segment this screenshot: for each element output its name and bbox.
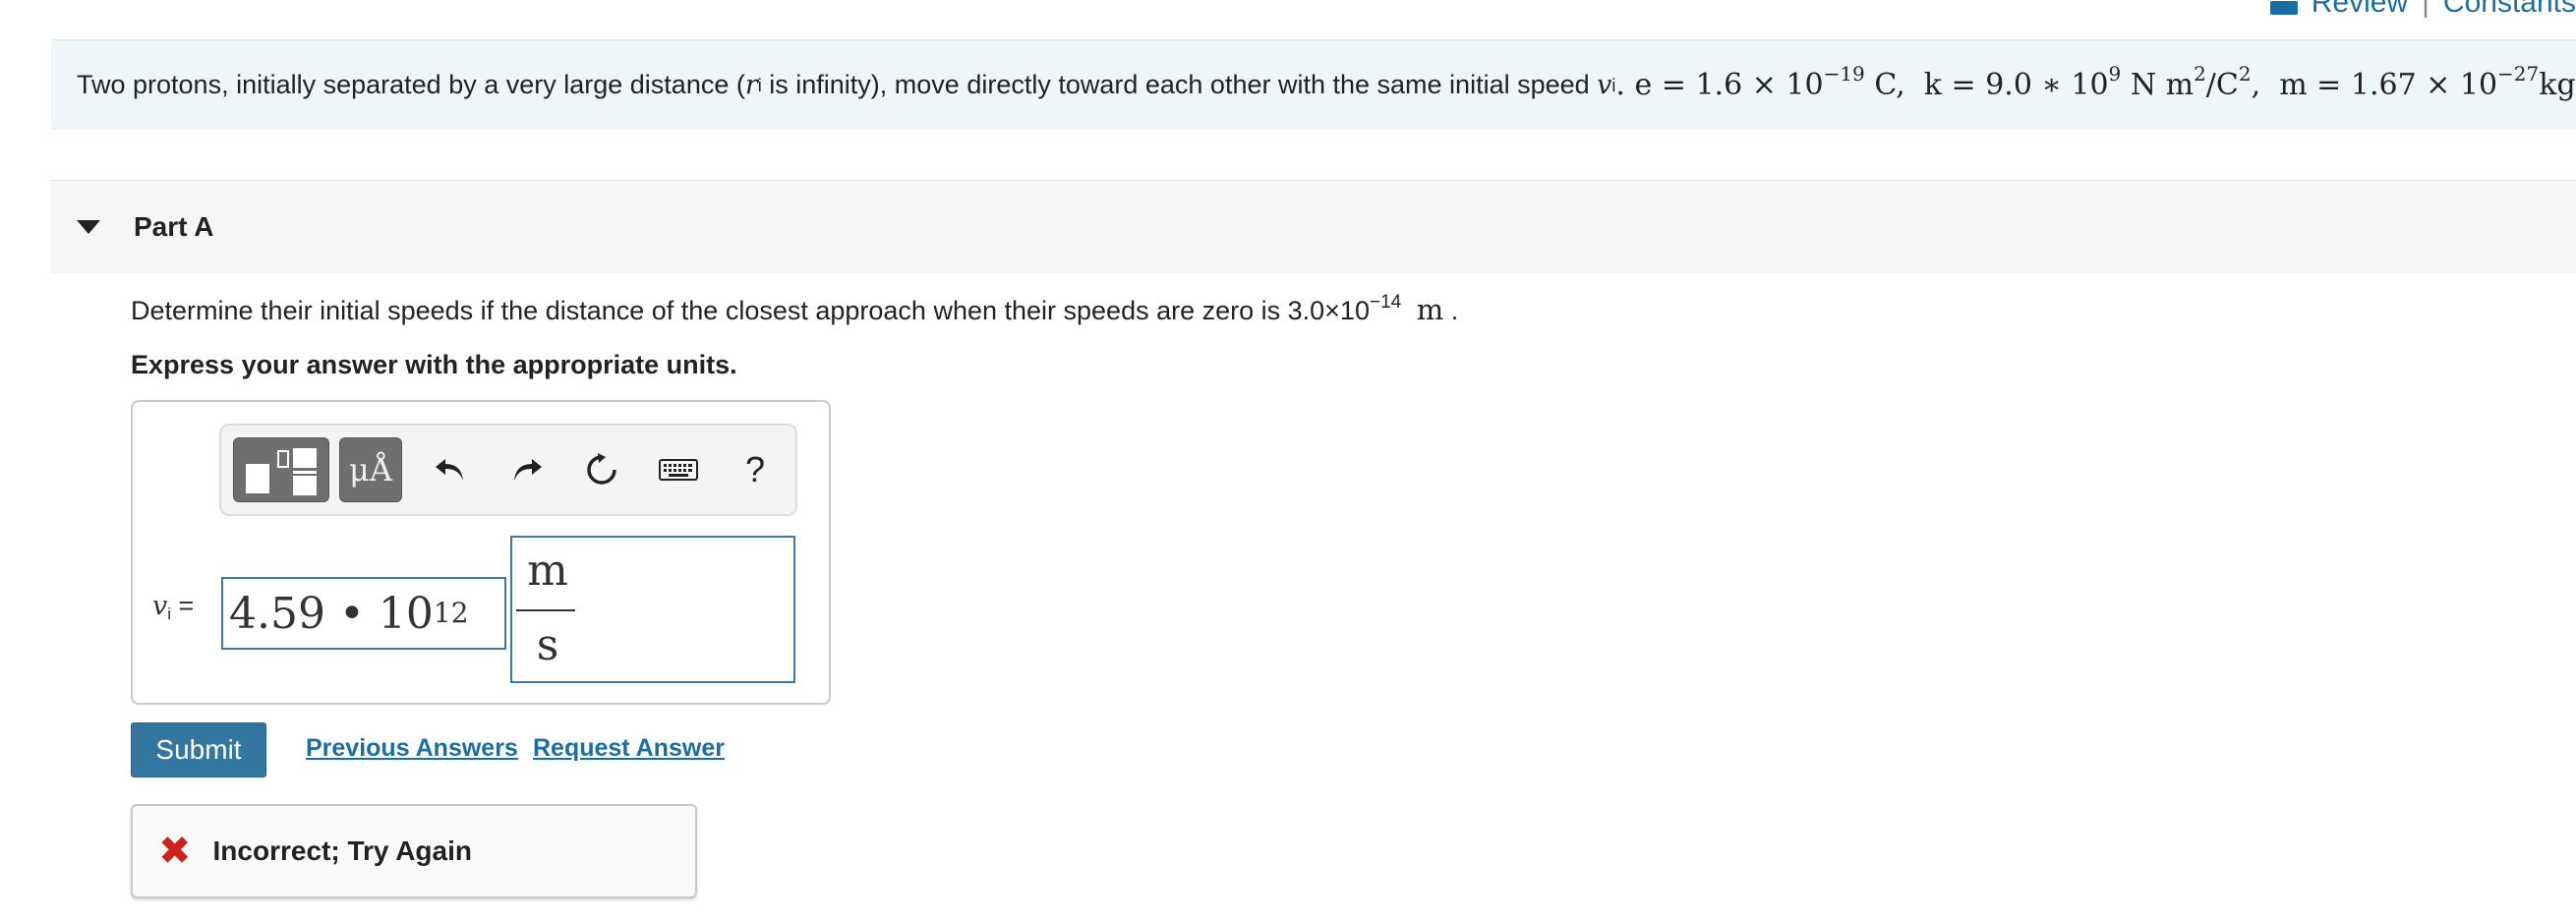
unit-denominator: s (536, 620, 559, 670)
k-value: C, k = 9.0 ∗ 10 (1864, 68, 2109, 102)
k-units-2: /C (2205, 68, 2239, 102)
template-small-box-icon (277, 450, 289, 468)
question-text: Determine their initial speeds if the di… (131, 293, 1458, 326)
help-button[interactable]: ? (731, 445, 780, 494)
charge-exponent: −19 (1823, 62, 1865, 86)
unit-fraction-line (516, 609, 575, 611)
link-separator: | (2422, 0, 2430, 19)
unit-input[interactable]: m s (510, 536, 795, 683)
feedback-text: Incorrect; Try Again (212, 835, 472, 866)
feedback-box: ✖ Incorrect; Try Again (131, 804, 697, 898)
constants-link[interactable]: Constants (2443, 0, 2576, 20)
reset-icon[interactable] (577, 445, 626, 494)
incorrect-icon: ✖ (158, 829, 192, 874)
problem-statement: Two protons, initially separated by a ve… (51, 39, 2576, 130)
value-input[interactable]: 4.59 • 10 12 (221, 577, 506, 650)
redo-icon[interactable] (502, 445, 552, 494)
template-frac-line-icon (293, 471, 317, 474)
k-units-exponent: 2 (2194, 62, 2206, 86)
equals-sign: = (171, 591, 195, 620)
math-toolbar: μÅ ? (219, 424, 797, 516)
caret-down-icon[interactable] (77, 220, 100, 234)
v-variable: v (1597, 70, 1612, 100)
answer-box: μÅ ? vi = 4.59 • 10 12 m s (131, 400, 831, 705)
part-a-header[interactable]: Part A (51, 180, 2576, 273)
r-variable: r (744, 70, 758, 100)
k-exponent: 9 (2108, 62, 2122, 86)
mass-value: , m = 1.67 × 10 (2251, 68, 2498, 102)
unit-numerator: m (527, 546, 568, 596)
k-units: N m (2121, 68, 2195, 102)
top-links: Review | Constants (2269, 0, 2576, 20)
question-end: . (1450, 296, 1459, 325)
mass-units: kg. (2539, 68, 2576, 102)
book-icon[interactable] (2269, 1, 2298, 15)
templates-button[interactable] (233, 437, 329, 502)
mass-exponent: −27 (2497, 62, 2540, 86)
answer-variable: v (152, 591, 168, 621)
page: Review | Constants Two protons, initiall… (0, 0, 2576, 920)
statement-text-mid: is infinity), move directly toward each … (761, 70, 1598, 99)
request-answer-link[interactable]: Request Answer (533, 734, 725, 763)
keyboard-icon[interactable] (654, 445, 703, 494)
question-body: Determine their initial speeds if the di… (131, 296, 1370, 325)
template-frac-bottom-icon (293, 476, 317, 495)
submit-button[interactable]: Submit (131, 722, 266, 777)
review-link[interactable]: Review (2312, 0, 2408, 20)
question-unit: m (1416, 293, 1444, 326)
template-frac-top-icon (293, 448, 317, 468)
previous-answers-link[interactable]: Previous Answers (306, 734, 518, 763)
charge-value: . e = 1.6 × 10 (1615, 68, 1824, 102)
instruction: Express your answer with the appropriate… (131, 350, 737, 379)
value-mantissa: 4.59 • 10 (229, 588, 434, 639)
statement-text-before: Two protons, initially separated by a ve… (77, 70, 745, 99)
question-exponent: −14 (1369, 292, 1402, 313)
part-title: Part A (134, 211, 214, 242)
template-square-icon (246, 464, 269, 493)
answer-variable-label: vi = (152, 591, 195, 622)
k-units-2-exponent: 2 (2238, 62, 2252, 86)
units-button[interactable]: μÅ (339, 437, 402, 502)
undo-icon[interactable] (426, 445, 475, 494)
charge-expr: . e = 1.6 × 10−19 C, k = 9.0 ∗ 109 N m2/… (1615, 64, 2576, 102)
